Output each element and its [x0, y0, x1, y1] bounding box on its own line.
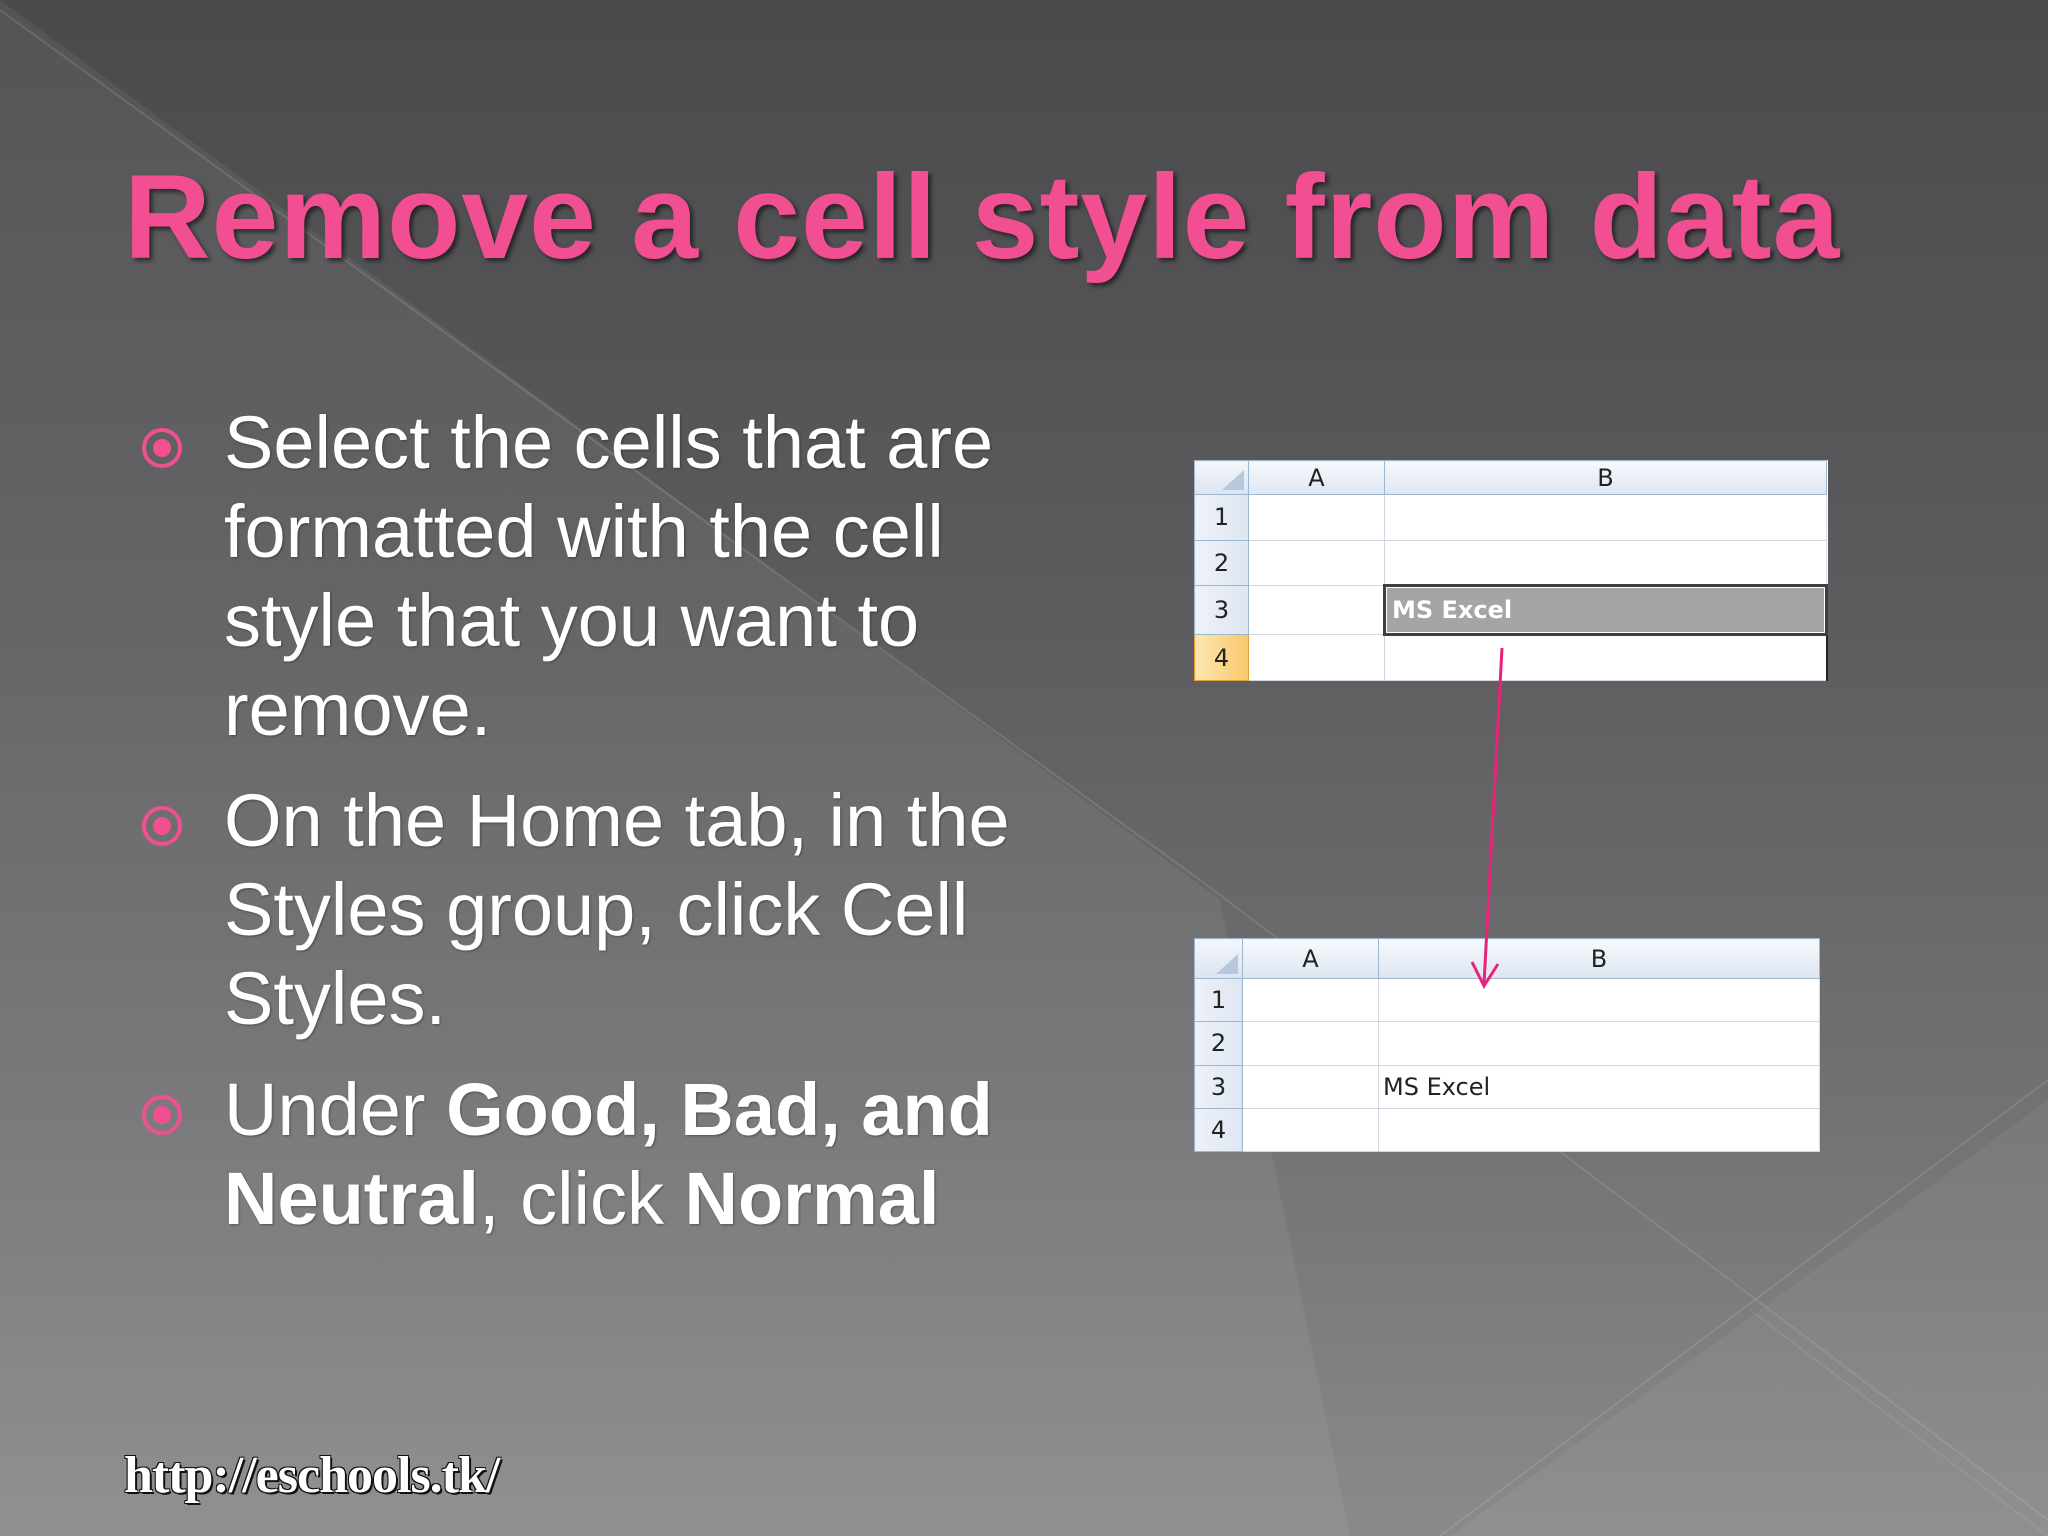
cell-b3-normal[interactable]: MS Excel: [1378, 1064, 1820, 1109]
bullet-item-2: On the Home tab, in the Styles group, cl…: [140, 776, 1020, 1043]
cell-a4[interactable]: [1242, 1107, 1379, 1153]
column-header-b[interactable]: B: [1384, 460, 1827, 495]
row-header-1[interactable]: 1: [1194, 494, 1249, 541]
bullet-3-text-part-2: , click: [478, 1157, 685, 1240]
bullet-text-3: Under Good, Bad, and Neutral, click Norm…: [224, 1065, 1020, 1243]
target-circle-icon: [142, 806, 182, 846]
column-header-a[interactable]: A: [1242, 938, 1379, 979]
bullet-text-1: Select the cells that are formatted with…: [224, 401, 994, 751]
slide-title: Remove a cell style from data: [124, 150, 1841, 284]
cell-b1[interactable]: [1384, 494, 1827, 541]
select-all-corner[interactable]: [1194, 938, 1243, 979]
spreadsheet-before: A B 1 2 3 MS Excel 4: [1194, 460, 1828, 681]
bullet-item-1: Select the cells that are formatted with…: [140, 398, 1020, 754]
spreadsheet-after: A B 1 2 3 MS Excel 4: [1194, 938, 1820, 1153]
cell-b3-styled[interactable]: MS Excel: [1383, 584, 1828, 637]
cell-a1[interactable]: [1248, 494, 1385, 541]
cell-a4[interactable]: [1248, 634, 1385, 681]
bullet-text-2: On the Home tab, in the Styles group, cl…: [224, 779, 1010, 1040]
cell-b4[interactable]: [1378, 1107, 1820, 1153]
row-header-4[interactable]: 4: [1194, 1107, 1243, 1153]
bullet-item-3: Under Good, Bad, and Neutral, click Norm…: [140, 1065, 1020, 1243]
select-all-corner[interactable]: [1194, 460, 1249, 495]
column-header-b[interactable]: B: [1378, 938, 1820, 979]
row-header-2[interactable]: 2: [1194, 1021, 1243, 1066]
cell-b2[interactable]: [1378, 1021, 1820, 1066]
row-header-3[interactable]: 3: [1194, 585, 1249, 636]
bullet-list: Select the cells that are formatted with…: [140, 398, 1020, 1265]
row-header-3[interactable]: 3: [1194, 1064, 1243, 1109]
bullet-3-bold-style-name: Normal: [684, 1157, 940, 1240]
cell-b1[interactable]: [1378, 977, 1820, 1023]
cell-a3[interactable]: [1248, 585, 1385, 636]
cell-a2[interactable]: [1248, 539, 1385, 587]
target-circle-icon: [142, 1095, 182, 1135]
cell-b4[interactable]: [1384, 634, 1828, 681]
bullet-3-text-part-1: Under: [224, 1068, 447, 1151]
cell-a3[interactable]: [1242, 1064, 1379, 1109]
target-circle-icon: [142, 428, 182, 468]
cell-b2[interactable]: [1384, 539, 1827, 587]
row-header-1[interactable]: 1: [1194, 977, 1243, 1023]
footer-website-link[interactable]: http://eschools.tk/: [124, 1446, 500, 1505]
cell-a2[interactable]: [1242, 1021, 1379, 1066]
row-header-4-active[interactable]: 4: [1194, 634, 1249, 681]
row-header-2[interactable]: 2: [1194, 539, 1249, 587]
cell-a1[interactable]: [1242, 977, 1379, 1023]
column-header-a[interactable]: A: [1248, 460, 1385, 495]
